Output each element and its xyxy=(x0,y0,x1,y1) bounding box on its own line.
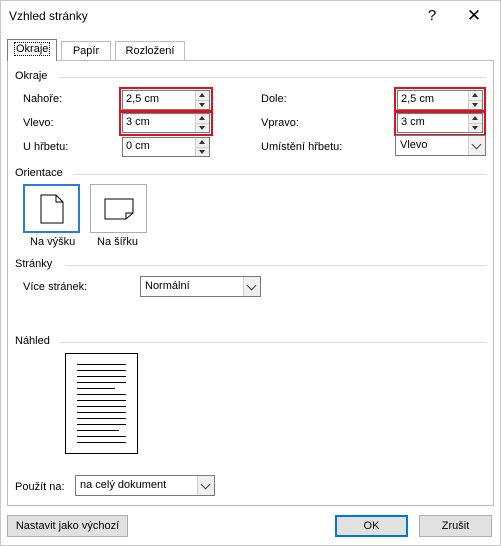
portrait-page-icon xyxy=(40,194,64,224)
orientation-group-label: Orientace xyxy=(15,167,63,179)
preview-group-label: Náhled xyxy=(15,335,50,347)
right-margin-spinner[interactable]: 3 cm xyxy=(397,113,483,133)
apply-to-select[interactable]: na celý dokument xyxy=(75,475,215,496)
multiple-pages-value: Normální xyxy=(145,280,190,292)
window-title: Vzhled stránky xyxy=(9,9,88,23)
spin-up-icon[interactable] xyxy=(195,91,209,100)
top-margin-value[interactable]: 2,5 cm xyxy=(126,93,159,105)
ok-button[interactable]: OK xyxy=(335,515,408,537)
gutter-label: U hřbetu: xyxy=(23,141,69,153)
portrait-option[interactable] xyxy=(23,184,80,233)
top-margin-label: Nahoře: xyxy=(23,93,63,105)
tab-layout[interactable]: Rozložení xyxy=(115,41,185,61)
tab-paper[interactable]: Papír xyxy=(61,41,111,61)
dropdown-arrow-icon[interactable] xyxy=(243,277,260,296)
landscape-label: Na šířku xyxy=(97,236,138,248)
bottom-margin-value[interactable]: 2,5 cm xyxy=(401,93,434,105)
close-icon[interactable]: ✕ xyxy=(459,5,489,27)
gutter-position-value: Vlevo xyxy=(400,139,428,151)
top-margin-spinner[interactable]: 2,5 cm xyxy=(122,90,210,110)
dropdown-arrow-icon[interactable] xyxy=(468,136,485,155)
spin-up-icon[interactable] xyxy=(195,138,209,147)
spin-down-icon[interactable] xyxy=(195,147,209,156)
left-margin-spinner[interactable]: 3 cm xyxy=(122,113,210,133)
apply-to-label: Použít na: xyxy=(15,481,65,493)
right-margin-value[interactable]: 3 cm xyxy=(401,116,425,128)
pages-separator xyxy=(65,265,487,266)
tab-layout-label: Rozložení xyxy=(125,45,175,57)
multiple-pages-select[interactable]: Normální xyxy=(140,276,261,297)
gutter-position-select[interactable]: Vlevo xyxy=(395,135,486,156)
preview-separator xyxy=(59,342,487,343)
spin-up-icon[interactable] xyxy=(468,91,482,100)
tab-paper-label: Papír xyxy=(72,45,100,57)
right-margin-label: Vpravo: xyxy=(261,117,299,129)
left-margin-value[interactable]: 3 cm xyxy=(126,116,150,128)
gutter-spinner[interactable]: 0 cm xyxy=(122,137,210,157)
help-icon[interactable]: ? xyxy=(417,5,447,27)
spin-up-icon[interactable] xyxy=(468,114,482,123)
orientation-separator xyxy=(73,174,487,175)
gutter-position-label: Umístění hřbetu: xyxy=(261,141,343,153)
spin-down-icon[interactable] xyxy=(195,100,209,109)
pages-group-label: Stránky xyxy=(15,258,53,270)
tab-margins[interactable]: Okraje xyxy=(7,39,57,61)
margins-separator xyxy=(59,77,487,78)
margins-group-label: Okraje xyxy=(15,70,48,82)
landscape-option[interactable] xyxy=(90,184,147,233)
landscape-page-icon xyxy=(104,198,134,220)
dropdown-arrow-icon[interactable] xyxy=(197,476,214,495)
spin-down-icon[interactable] xyxy=(468,100,482,109)
page-preview xyxy=(65,353,138,454)
multiple-pages-label: Více stránek: xyxy=(23,281,88,293)
title-bar: Vzhled stránky ? ✕ xyxy=(1,1,500,33)
spin-down-icon[interactable] xyxy=(468,123,482,132)
bottom-margin-spinner[interactable]: 2,5 cm xyxy=(397,90,483,110)
cancel-button[interactable]: Zrušit xyxy=(419,515,492,537)
spin-down-icon[interactable] xyxy=(195,123,209,132)
portrait-label: Na výšku xyxy=(30,236,76,248)
page-setup-dialog: Vzhled stránky ? ✕ Okraje Papír Rozložen… xyxy=(0,0,501,546)
tab-margins-label: Okraje xyxy=(13,42,51,56)
left-margin-label: Vlevo: xyxy=(23,117,54,129)
apply-to-value: na celý dokument xyxy=(80,479,167,491)
gutter-value[interactable]: 0 cm xyxy=(126,140,150,152)
spin-up-icon[interactable] xyxy=(195,114,209,123)
bottom-margin-label: Dole: xyxy=(261,93,287,105)
set-as-default-button[interactable]: Nastavit jako výchozí xyxy=(7,515,128,537)
